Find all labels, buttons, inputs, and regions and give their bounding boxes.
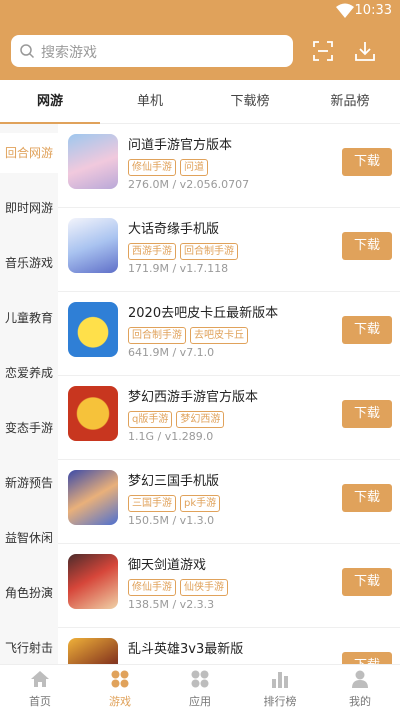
sidebar-item-romance[interactable]: 恋爱养成 bbox=[0, 353, 58, 393]
game-title: 乱斗英雄3v3最新版 bbox=[128, 642, 244, 657]
home-icon bbox=[31, 671, 49, 687]
sidebar-item-shooter[interactable]: 飞行射击 bbox=[0, 628, 58, 664]
game-tag: 问道 bbox=[180, 159, 208, 176]
list-item[interactable]: 大话奇缘手机版 西游手游 回合制手游 171.9M / v1.7.118 下载 bbox=[58, 208, 400, 292]
game-tag: q版手游 bbox=[128, 411, 173, 428]
list-item[interactable]: 乱斗英雄3v3最新版 下载 bbox=[58, 628, 400, 664]
sidebar-item-modded[interactable]: 变态手游 bbox=[0, 408, 58, 448]
tab-new-rank[interactable]: 新品榜 bbox=[300, 80, 400, 124]
sidebar-item-music[interactable]: 音乐游戏 bbox=[0, 243, 58, 283]
nav-home[interactable]: 首页 bbox=[0, 665, 80, 710]
sidebar-item-turn-based[interactable]: 回合网游 bbox=[0, 133, 58, 173]
game-icon bbox=[68, 470, 118, 525]
sidebar-item-kids[interactable]: 儿童教育 bbox=[0, 298, 58, 338]
search-icon bbox=[20, 44, 35, 59]
nav-games-label: 游戏 bbox=[109, 695, 131, 708]
tab-online[interactable]: 网游 bbox=[0, 80, 100, 124]
game-tags: 修仙手游 问道 bbox=[128, 155, 212, 176]
game-tag: 修仙手游 bbox=[128, 159, 176, 176]
download-button[interactable]: 下载 bbox=[342, 400, 392, 428]
nav-ranking[interactable]: 排行榜 bbox=[240, 665, 320, 710]
status-bar: 10:33 bbox=[0, 0, 400, 24]
ranking-icon bbox=[272, 672, 288, 688]
game-tag: 去吧皮卡丘 bbox=[190, 327, 248, 344]
game-icon bbox=[68, 134, 118, 189]
header: 搜索游戏 bbox=[0, 24, 400, 80]
game-meta: 276.0M / v2.056.0707 bbox=[128, 178, 250, 191]
wifi-icon bbox=[336, 3, 354, 18]
status-time: 10:33 bbox=[354, 3, 392, 18]
sidebar-item-rpg[interactable]: 角色扮演 bbox=[0, 573, 58, 613]
game-tag: 三国手游 bbox=[128, 495, 176, 512]
games-icon bbox=[111, 670, 129, 688]
nav-profile[interactable]: 我的 bbox=[320, 665, 400, 710]
game-tags: 西游手游 回合制手游 bbox=[128, 239, 242, 260]
download-button[interactable]: 下载 bbox=[342, 568, 392, 596]
game-tags: 回合制手游 去吧皮卡丘 bbox=[128, 323, 252, 344]
game-tag: 西游手游 bbox=[128, 243, 176, 260]
game-title: 问道手游官方版本 bbox=[128, 138, 233, 153]
game-icon bbox=[68, 302, 118, 357]
game-tag: 回合制手游 bbox=[128, 327, 186, 344]
download-button[interactable]: 下载 bbox=[342, 148, 392, 176]
game-meta: 1.1G / v1.289.0 bbox=[128, 430, 214, 443]
game-icon bbox=[68, 638, 118, 664]
nav-apps[interactable]: 应用 bbox=[160, 665, 240, 710]
game-tags: 三国手游 pk手游 bbox=[128, 491, 224, 512]
game-icon bbox=[68, 386, 118, 441]
sidebar-item-puzzle[interactable]: 益智休闲 bbox=[0, 518, 58, 558]
game-meta: 171.9M / v1.7.118 bbox=[128, 262, 229, 275]
game-meta: 138.5M / v2.3.3 bbox=[128, 598, 215, 611]
search-input[interactable]: 搜索游戏 bbox=[11, 35, 293, 67]
game-meta: 641.9M / v7.1.0 bbox=[128, 346, 215, 359]
tab-single[interactable]: 单机 bbox=[100, 80, 200, 124]
game-tag: 梦幻西游 bbox=[176, 411, 225, 428]
game-tag: 回合制手游 bbox=[180, 243, 238, 260]
list-item[interactable]: 2020去吧皮卡丘最新版本 回合制手游 去吧皮卡丘 641.9M / v7.1.0… bbox=[58, 292, 400, 376]
game-icon bbox=[68, 554, 118, 609]
scan-icon[interactable] bbox=[312, 40, 334, 62]
game-tags: q版手游 梦幻西游 bbox=[128, 407, 228, 428]
download-button[interactable]: 下载 bbox=[342, 652, 392, 664]
game-title: 梦幻三国手机版 bbox=[128, 474, 220, 489]
apps-icon bbox=[191, 670, 209, 688]
game-tags: 修仙手游 仙侠手游 bbox=[128, 575, 232, 596]
nav-profile-label: 我的 bbox=[349, 695, 371, 708]
game-tag: pk手游 bbox=[180, 495, 221, 512]
tab-download-rank[interactable]: 下载榜 bbox=[200, 80, 300, 124]
game-title: 御天剑道游戏 bbox=[128, 558, 207, 573]
game-title: 大话奇缘手机版 bbox=[128, 222, 220, 237]
list-item[interactable]: 梦幻三国手机版 三国手游 pk手游 150.5M / v1.3.0 下载 bbox=[58, 460, 400, 544]
list-item[interactable]: 梦幻西游手游官方版本 q版手游 梦幻西游 1.1G / v1.289.0 下载 bbox=[58, 376, 400, 460]
list-item[interactable]: 问道手游官方版本 修仙手游 问道 276.0M / v2.056.0707 下载 bbox=[58, 124, 400, 208]
download-icon[interactable] bbox=[354, 40, 376, 62]
game-title: 梦幻西游手游官方版本 bbox=[128, 390, 259, 405]
profile-icon bbox=[352, 670, 368, 688]
game-tag: 修仙手游 bbox=[128, 579, 176, 596]
nav-home-label: 首页 bbox=[29, 695, 51, 708]
sidebar-item-realtime[interactable]: 即时网游 bbox=[0, 188, 58, 228]
search-placeholder: 搜索游戏 bbox=[41, 45, 97, 61]
nav-apps-label: 应用 bbox=[189, 695, 211, 708]
bottom-nav: 首页 游戏 应用 排行榜 我的 bbox=[0, 664, 400, 710]
download-button[interactable]: 下载 bbox=[342, 484, 392, 512]
game-list: 问道手游官方版本 修仙手游 问道 276.0M / v2.056.0707 下载 … bbox=[58, 124, 400, 664]
category-tabs: 网游 单机 下载榜 新品榜 bbox=[0, 80, 400, 124]
nav-ranking-label: 排行榜 bbox=[263, 695, 297, 708]
game-title: 2020去吧皮卡丘最新版本 bbox=[128, 306, 279, 321]
download-button[interactable]: 下载 bbox=[342, 232, 392, 260]
game-icon bbox=[68, 218, 118, 273]
game-meta: 150.5M / v1.3.0 bbox=[128, 514, 215, 527]
nav-games[interactable]: 游戏 bbox=[80, 665, 160, 710]
download-button[interactable]: 下载 bbox=[342, 316, 392, 344]
genre-sidebar: 回合网游 即时网游 音乐游戏 儿童教育 恋爱养成 变态手游 新游预告 益智休闲 … bbox=[0, 124, 58, 664]
game-tag: 仙侠手游 bbox=[180, 579, 228, 596]
sidebar-item-upcoming[interactable]: 新游预告 bbox=[0, 463, 58, 503]
list-item[interactable]: 御天剑道游戏 修仙手游 仙侠手游 138.5M / v2.3.3 下载 bbox=[58, 544, 400, 628]
